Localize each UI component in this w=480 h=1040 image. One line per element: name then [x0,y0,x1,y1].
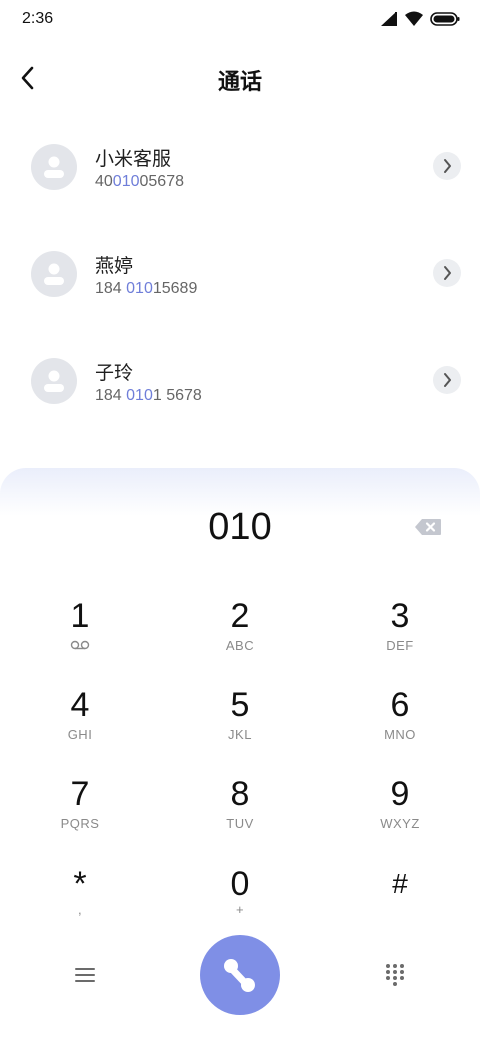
key-star[interactable]: * , [0,866,160,946]
key-letters: DEF [386,638,414,653]
key-hash[interactable]: # [320,866,480,946]
key-letters: GHI [67,727,93,742]
number-prefix: 184 [95,280,127,297]
key-8[interactable]: 8 TUV [160,776,320,856]
status-bar: 2:36 [0,0,480,40]
contact-row[interactable]: 小米客服 4001005678 [0,112,480,219]
contact-number: 184 0101 5678 [95,387,202,405]
key-7[interactable]: 7 PQRS [0,776,160,856]
menu-icon [75,968,95,982]
key-digit: 0 [230,865,250,903]
chevron-right-icon [444,266,451,280]
key-digit: 6 [390,686,410,724]
contact-number: 184 01015689 [95,280,197,298]
battery-icon [430,12,460,26]
key-digit: 4 [70,686,90,724]
contact-results-list: 小米客服 4001005678 燕婷 184 01015689 子玲 184 0… [0,112,480,433]
key-digit: # [392,868,408,899]
number-match: 010 [126,387,153,404]
voicemail-label [0,638,160,653]
number-match: 010 [126,280,153,297]
voicemail-icon [70,640,90,650]
number-suffix: 05678 [139,173,185,190]
contact-details-button[interactable] [433,152,461,180]
key-letters: WXYZ [380,816,420,831]
key-letters: JKL [228,727,252,742]
contact-name: 子玲 [95,362,134,384]
key-6[interactable]: 6 MNO [320,687,480,767]
status-time: 2:36 [22,10,54,27]
number-match: 010 [112,173,140,190]
keypad-toggle-button[interactable] [384,962,406,990]
number-suffix: 15689 [152,280,198,297]
contact-details-button[interactable] [433,259,461,287]
avatar [31,358,77,404]
key-digit: * [73,865,87,903]
signal-icon [381,12,397,26]
key-2[interactable]: 2 ABC [160,598,320,678]
contact-number: 4001005678 [95,173,184,191]
key-letters: ABC [225,638,255,653]
key-letters: , [77,902,83,917]
call-button[interactable] [200,935,280,1015]
key-letters: + [235,902,245,917]
avatar [31,251,77,297]
contact-details-button[interactable] [433,366,461,394]
number-suffix: 1 5678 [152,387,202,404]
key-0[interactable]: 0 + [160,866,320,946]
contact-name: 小米客服 [95,148,172,170]
key-1[interactable]: 1 [0,598,160,678]
chevron-right-icon [444,373,451,387]
key-digit: 8 [230,775,250,813]
contact-row[interactable]: 燕婷 184 01015689 [0,219,480,326]
page-title: 通话 [217,70,262,95]
number-prefix: 184 [95,387,127,404]
header: 通话 [0,52,480,106]
number-prefix: 40 [95,173,113,190]
key-digit: 7 [70,775,90,813]
person-icon [44,156,64,178]
key-digit: 1 [70,597,90,635]
avatar [31,144,77,190]
contact-row[interactable]: 子玲 184 0101 5678 [0,326,480,433]
key-digit: 5 [230,686,250,724]
person-icon [44,263,64,285]
key-digit: 9 [390,775,410,813]
key-digit: 2 [230,597,250,635]
wifi-icon [405,11,423,26]
key-letters: MNO [384,727,416,742]
dialed-number: 010 [208,506,272,548]
key-letters: PQRS [60,816,100,831]
key-letters: TUV [226,816,254,831]
contact-name: 燕婷 [95,255,134,277]
dialer-panel: 010 1 2 ABC 3 DEF 4 GHI 5 JKL 6 MNO 7 PQ… [0,468,480,1040]
key-5[interactable]: 5 JKL [160,687,320,767]
backspace-icon [415,519,441,535]
key-3[interactable]: 3 DEF [320,598,480,678]
backspace-button[interactable] [414,518,442,540]
keypad-icon [386,964,404,986]
key-4[interactable]: 4 GHI [0,687,160,767]
menu-button[interactable] [73,966,97,988]
key-digit: 3 [390,597,410,635]
phone-icon [224,959,255,992]
key-9[interactable]: 9 WXYZ [320,776,480,856]
chevron-right-icon [444,159,451,173]
person-icon [44,370,64,392]
